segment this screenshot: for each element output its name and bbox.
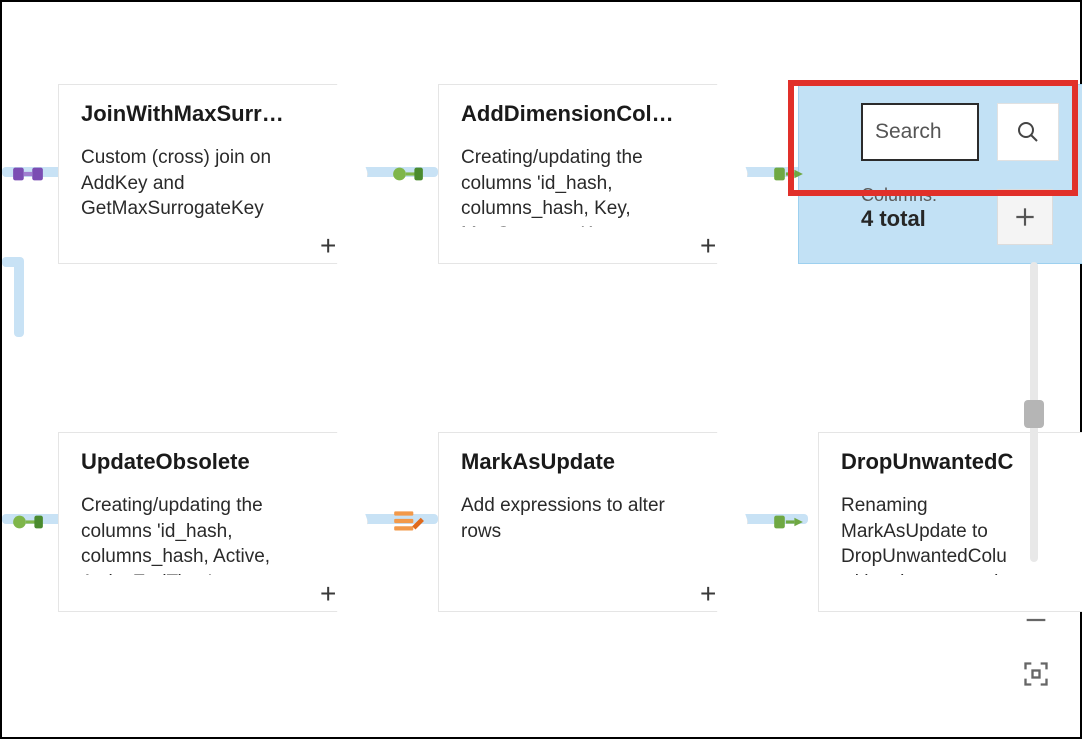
search-icon (1016, 120, 1040, 144)
node-title: JoinWithMaxSurr… (81, 101, 321, 127)
node-selected-columns[interactable]: Search Columns: 4 total (798, 84, 1082, 264)
node-description: Renaming MarkAsUpdate to DropUnwantedCol… (841, 493, 1036, 575)
derived-column-icon (0, 432, 58, 612)
flow-canvas[interactable]: JoinWithMaxSurr… Custom (cross) join on … (2, 2, 1080, 737)
select-icon (758, 84, 818, 264)
node-description: Creating/updating the columns 'id_hash, … (461, 145, 706, 227)
derived-column-icon (378, 84, 438, 264)
zoom-out-button[interactable] (1016, 605, 1056, 635)
zoom-fit-button[interactable] (1016, 659, 1056, 689)
node-title: AddDimensionCol… (461, 101, 701, 127)
add-step-button[interactable]: + (700, 230, 716, 262)
columns-label: Columns: (861, 185, 937, 206)
fit-screen-icon (1022, 660, 1050, 688)
join-icon (0, 84, 58, 264)
node-description: Add expressions to alter rows (461, 493, 706, 544)
search-input[interactable]: Search (861, 103, 979, 161)
add-column-button[interactable] (997, 189, 1053, 245)
search-button[interactable] (997, 103, 1059, 161)
alter-row-icon (378, 432, 438, 612)
node-drop-unwanted[interactable]: DropUnwantedC Renaming MarkAsUpdate to D… (818, 432, 1082, 612)
node-title: DropUnwantedC (841, 449, 1041, 475)
vertical-scrollbar-thumb[interactable] (1024, 400, 1044, 428)
node-description: Creating/updating the columns 'id_hash, … (81, 493, 326, 575)
node-description: Custom (cross) join on AddKey and GetMax… (81, 145, 326, 222)
select-icon (758, 432, 818, 612)
connector (14, 257, 24, 337)
plus-icon (1012, 204, 1038, 230)
node-title: MarkAsUpdate (461, 449, 701, 475)
columns-count: 4 total (861, 206, 937, 232)
minus-icon (1022, 606, 1050, 634)
add-step-button[interactable]: + (320, 578, 336, 610)
node-title: UpdateObsolete (81, 449, 321, 475)
zoom-controls (1002, 605, 1070, 689)
search-placeholder: Search (875, 120, 942, 144)
add-step-button[interactable]: + (320, 230, 336, 262)
add-step-button[interactable]: + (700, 578, 716, 610)
